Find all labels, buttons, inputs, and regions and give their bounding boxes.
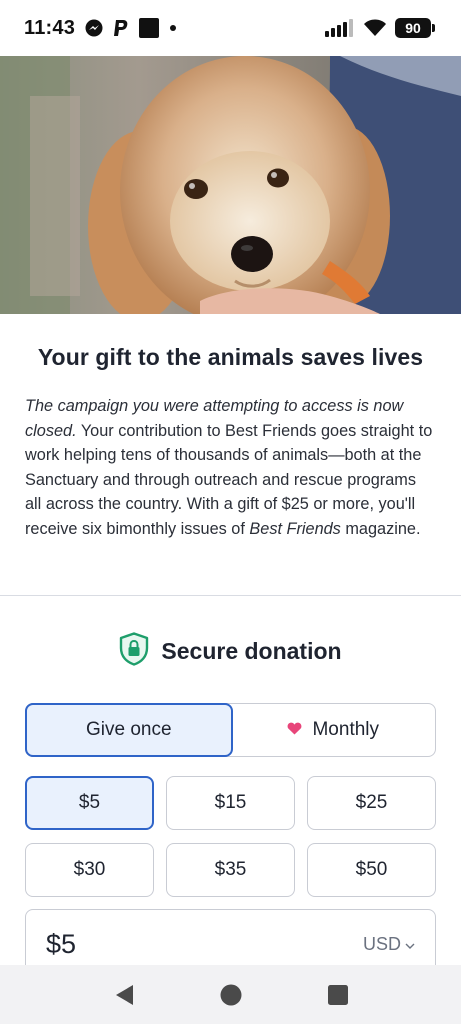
heart-icon (287, 719, 302, 741)
currency-select[interactable]: USD (363, 934, 415, 955)
status-bar: 11:43 90 (0, 0, 461, 56)
give-once-button[interactable]: Give once (25, 703, 233, 757)
currency-label: USD (362, 933, 401, 954)
intro-paragraph: The campaign you were attempting to acce… (25, 394, 436, 541)
hero-dog-photo (0, 56, 461, 314)
monthly-label: Monthly (312, 719, 380, 740)
secure-donation-header: Secure donation (0, 632, 461, 671)
dot-icon (169, 24, 177, 32)
battery-level: 90 (395, 18, 431, 38)
amount-options: $5 $15 $25 $30 $35 $50 (25, 776, 436, 897)
secure-donation-title: Secure donation (161, 638, 342, 664)
signal-icon (325, 19, 355, 37)
amount-option[interactable]: $35 (166, 843, 295, 897)
frequency-toggle: Give once Monthly (25, 703, 436, 757)
wifi-icon (363, 19, 387, 37)
battery-icon: 90 (395, 18, 435, 38)
paypal-icon (113, 19, 129, 37)
amount-option[interactable]: $15 (166, 776, 295, 830)
magazine-name: Best Friends (249, 519, 341, 538)
amount-option[interactable]: $25 (307, 776, 436, 830)
back-icon[interactable] (104, 975, 144, 1015)
intro-section: Your gift to the animals saves lives The… (0, 314, 461, 541)
page-title: Your gift to the animals saves lives (37, 344, 424, 370)
recents-icon[interactable] (318, 975, 358, 1015)
chevron-down-icon (405, 934, 415, 955)
status-time: 11:43 (24, 16, 76, 39)
messenger-icon (85, 19, 103, 37)
section-divider (0, 595, 461, 596)
intro-body-2: magazine. (340, 519, 421, 538)
amount-option[interactable]: $50 (307, 843, 436, 897)
amount-option[interactable]: $30 (25, 843, 154, 897)
home-icon[interactable] (211, 975, 251, 1015)
square-app-icon (139, 18, 160, 38)
shield-lock-icon (119, 632, 149, 671)
monthly-button[interactable]: Monthly (232, 704, 436, 756)
amount-input-value[interactable]: $5 (46, 929, 76, 960)
system-nav-bar (0, 965, 461, 1024)
give-once-label: Give once (85, 719, 172, 740)
amount-option[interactable]: $5 (25, 776, 154, 830)
